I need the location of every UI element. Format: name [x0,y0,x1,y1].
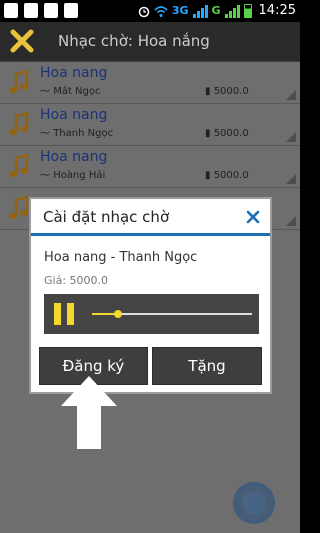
network-3g-label: 3G [171,4,189,17]
close-icon[interactable] [9,28,35,54]
track-name: Hoa nang - Thanh Ngọc [44,250,198,265]
checkbox-icon [64,3,78,18]
gallery-icon [24,3,38,18]
network-g-label: G [211,4,221,17]
battery-icon [243,3,252,18]
system-icons: 3G G 14:25 [138,3,296,18]
gift-button[interactable]: Tặng [152,347,262,385]
page-title: Nhạc chờ: Hoa nắng [58,32,210,50]
app-bar: Nhạc chờ: Hoa nắng [0,22,300,62]
close-icon[interactable] [246,210,260,224]
signal-bars-icon [192,4,208,18]
pause-icon[interactable] [54,303,76,325]
audio-player [44,294,259,334]
status-bar: 3G G 14:25 [0,0,300,22]
clock: 14:25 [258,3,296,18]
alarm-icon [138,6,150,17]
track-price: Giá: 5000.0 [44,274,109,287]
dialog-title: Cài đặt nhạc chờ [43,208,170,226]
seek-handle[interactable] [113,310,122,318]
wifi-icon [154,5,168,17]
arrow-up-icon [61,376,117,449]
seek-bar[interactable] [92,310,252,318]
ringback-settings-dialog: Cài đặt nhạc chờ Hoa nang - Thanh Ngọc G… [29,197,272,394]
signal-bars-2-icon [224,4,240,18]
facebook-icon [4,3,18,18]
notification-icons [4,3,78,18]
dialog-header: Cài đặt nhạc chờ [31,199,270,236]
warning-icon [44,3,58,18]
